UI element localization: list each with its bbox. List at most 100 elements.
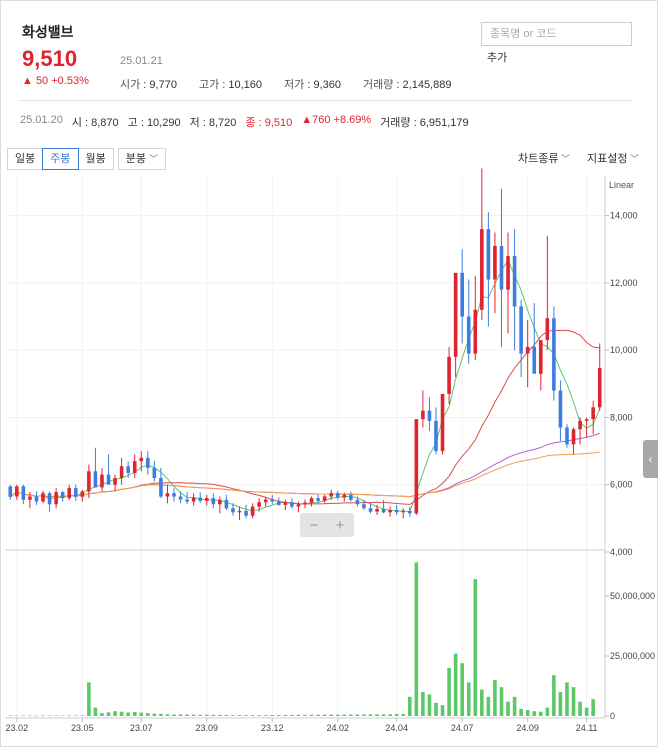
x-tick-label: 23.09 xyxy=(195,723,218,733)
volume-bar xyxy=(480,689,484,716)
candle-body xyxy=(296,504,301,507)
candle-body xyxy=(414,419,419,514)
volume-tick-label: 50,000,000 xyxy=(610,591,655,601)
volume-bar xyxy=(309,714,314,716)
candle-body xyxy=(113,478,117,485)
candle-body xyxy=(322,496,327,501)
stock-chart[interactable]: Linear 4,000 6,000 8,000 10,000 12,000 14,000… xyxy=(0,0,658,747)
collapse-panel-button[interactable]: ‹ xyxy=(643,440,658,478)
candle-body xyxy=(263,499,268,503)
moving-averages xyxy=(9,258,601,513)
volume-bar xyxy=(388,714,392,716)
candle-body xyxy=(224,499,229,509)
volume-bar xyxy=(375,714,379,716)
volume-bar xyxy=(139,712,144,716)
zoom-out-button[interactable]: − xyxy=(310,517,319,534)
tab-weekly[interactable]: 주봉 xyxy=(42,148,79,170)
x-tick-label: 23.05 xyxy=(71,723,94,733)
volume-bar xyxy=(191,714,196,716)
candle-body xyxy=(447,356,451,394)
candle-body xyxy=(80,491,85,497)
x-tick-label: 23.07 xyxy=(130,723,153,733)
candle-body xyxy=(394,509,399,513)
volume-bar xyxy=(126,712,130,716)
x-tick-label: 23.02 xyxy=(6,723,29,733)
candle-body xyxy=(21,486,26,500)
candle-body xyxy=(283,502,288,505)
candle-body xyxy=(172,493,176,497)
volume-bar xyxy=(113,711,117,716)
candle-body xyxy=(381,508,386,513)
volume-bar xyxy=(342,714,347,716)
candle-body xyxy=(8,486,13,497)
volume-bar xyxy=(368,714,373,716)
candle-body xyxy=(506,256,510,290)
volume-bar xyxy=(525,710,530,716)
volume-bar xyxy=(21,715,26,717)
volume-bar xyxy=(185,714,189,716)
volume-bar xyxy=(54,715,58,716)
volume-bar xyxy=(244,715,248,716)
candle-body xyxy=(532,346,537,374)
candle-body xyxy=(545,318,550,341)
candle-body xyxy=(434,420,438,452)
candle-body xyxy=(493,245,497,280)
volume-bar xyxy=(473,579,478,716)
volume-bars xyxy=(8,562,595,717)
chevron-left-icon: ‹ xyxy=(648,452,653,466)
candle-body xyxy=(132,461,137,473)
volume-bar xyxy=(47,715,52,716)
ma120-line xyxy=(9,451,600,498)
volume-bar xyxy=(198,714,203,716)
volume-bar xyxy=(381,714,386,716)
candle-body xyxy=(250,506,255,516)
volume-tick-label: 0 xyxy=(610,711,615,721)
volume-bar xyxy=(146,713,150,716)
candle-body xyxy=(375,508,379,512)
candle-body xyxy=(335,493,340,498)
volume-bar xyxy=(329,714,333,716)
candle-body xyxy=(571,429,576,445)
x-tick-label: 24.02 xyxy=(326,723,349,733)
candle-body xyxy=(440,393,445,452)
x-tick-label: 24.09 xyxy=(516,723,539,733)
volume-bar xyxy=(80,715,85,716)
ma60-line xyxy=(9,432,600,498)
volume-bar xyxy=(237,715,242,716)
volume-bar xyxy=(60,715,65,717)
volume-bar xyxy=(552,675,556,716)
volume-bar xyxy=(407,696,412,716)
candle-body xyxy=(538,340,543,374)
candle-body xyxy=(139,457,144,462)
volume-tick-label: 25,000,000 xyxy=(610,651,655,661)
volume-bar xyxy=(172,714,176,716)
volume-bar xyxy=(394,714,399,716)
candle-body xyxy=(597,368,602,408)
candle-body xyxy=(401,510,406,513)
candle-body xyxy=(584,419,589,421)
volume-bar xyxy=(316,714,320,716)
volume-bar xyxy=(355,714,360,716)
zoom-in-button[interactable]: + xyxy=(336,517,345,534)
volume-bar xyxy=(15,715,19,717)
volume-bar xyxy=(218,714,222,716)
candle-body xyxy=(591,407,595,420)
candle-body xyxy=(146,457,150,468)
candle-body xyxy=(349,494,353,500)
volume-bar xyxy=(250,715,255,716)
candle-body xyxy=(342,494,347,498)
volume-bar xyxy=(263,715,268,716)
candle-body xyxy=(421,410,425,420)
volume-bar xyxy=(499,687,504,716)
volume-bar xyxy=(578,701,582,716)
candle-body xyxy=(126,466,130,473)
y-axis-ticks: 4,000 6,000 8,000 10,000 12,000 14,000 xyxy=(605,211,638,557)
candle-body xyxy=(87,471,91,492)
candle-body xyxy=(185,499,189,502)
volume-bar xyxy=(165,714,170,716)
volume-bar xyxy=(178,714,183,716)
candle-body xyxy=(28,496,32,500)
candle-body xyxy=(303,502,307,505)
candle-body xyxy=(67,488,72,499)
volume-axis-ticks: 0 25,000,000 50,000,000 xyxy=(605,591,655,721)
